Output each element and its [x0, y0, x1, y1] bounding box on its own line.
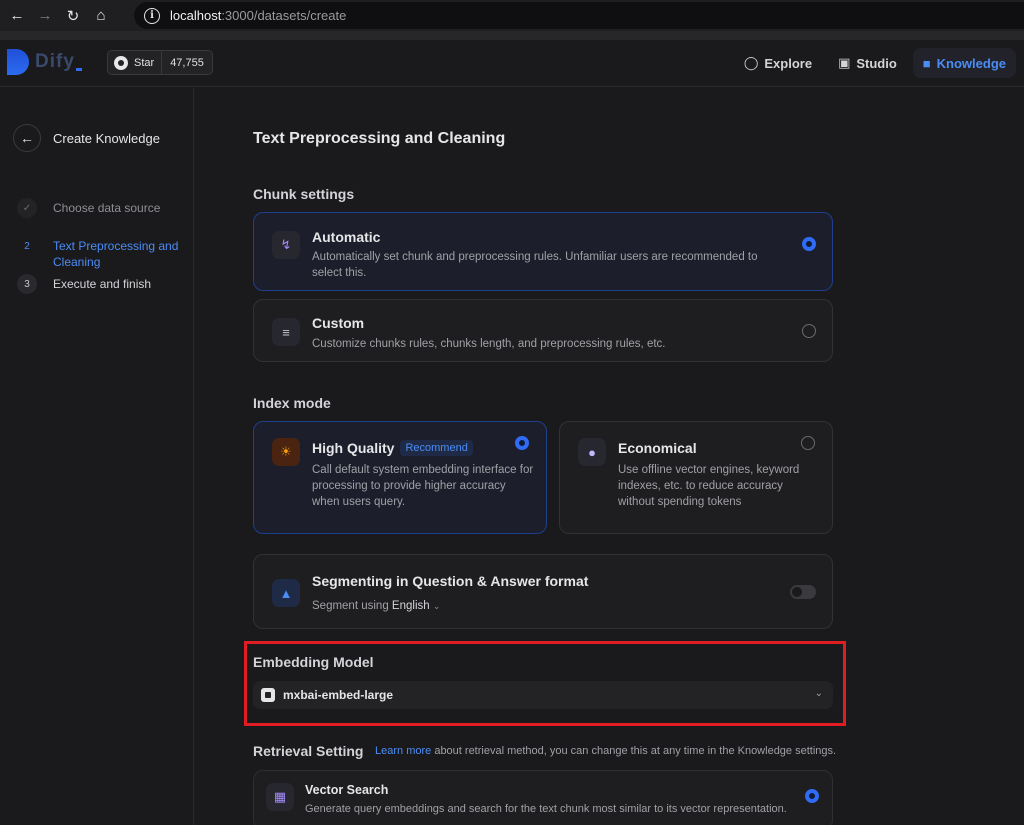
radio-custom[interactable]	[802, 324, 816, 338]
step-execute-finish: 3 Execute and finish	[17, 274, 183, 294]
option-title: Custom	[312, 315, 365, 331]
retrieval-setting-title: Retrieval Setting	[253, 743, 364, 759]
page-title: Text Preprocessing and Cleaning	[253, 130, 506, 147]
piggy-bank-icon: ●	[578, 438, 606, 466]
radio-high-quality[interactable]	[515, 436, 529, 450]
embedding-model-value: mxbai-embed-large	[283, 688, 394, 702]
sidebar-title: Create Knowledge	[53, 131, 160, 146]
logo-text: Dify	[35, 51, 75, 72]
vector-search-icon: ▦	[266, 783, 294, 811]
lightning-icon: ↯	[272, 231, 300, 259]
github-icon	[114, 55, 128, 70]
chunk-custom-option[interactable]: ≡ Custom Customize chunks rules, chunks …	[253, 299, 833, 362]
option-title: Automatic	[312, 229, 381, 245]
option-title: Vector Search	[305, 783, 389, 797]
github-star-label: Star	[134, 56, 155, 69]
index-economical-option[interactable]: ● Economical Use offline vector engines,…	[559, 421, 833, 534]
compass-icon: ◯	[743, 55, 759, 70]
step-label: Text Preprocessing and Cleaning	[53, 239, 179, 269]
recommend-badge: Recommend	[400, 440, 473, 456]
retrieval-note: Learn more about retrieval method, you c…	[375, 745, 836, 757]
step-choose-data-source: ✓ Choose data source	[17, 198, 183, 218]
step-label: Choose data source	[53, 201, 161, 215]
nav-explore-label: Explore	[764, 55, 813, 71]
nav-studio-label: Studio	[856, 55, 897, 71]
step-text-preprocessing: 2 Text Preprocessing and Cleaning	[17, 236, 183, 270]
chevron-down-icon[interactable]: ⌄	[433, 601, 441, 611]
qa-segment-line: Segment using English ⌄	[312, 598, 440, 614]
sidebar: ← Create Knowledge ✓ Choose data source …	[0, 88, 194, 825]
github-star-count: 47,755	[170, 56, 204, 69]
option-desc: Customize chunks rules, chunks length, a…	[312, 338, 666, 350]
radio-automatic[interactable]	[802, 237, 816, 251]
option-desc: Automatically set chunk and preprocessin…	[312, 251, 758, 279]
step-number: 3	[17, 274, 37, 294]
github-star-badge[interactable]: Star 47,755	[107, 50, 213, 75]
option-desc: Use offline vector engines, keyword inde…	[618, 464, 800, 508]
radio-economical[interactable]	[801, 436, 815, 450]
nav-knowledge-label: Knowledge	[936, 55, 1006, 71]
nav-explore[interactable]: ◯ Explore	[734, 48, 822, 78]
qa-toggle[interactable]	[790, 585, 816, 599]
url-path: :3000/datasets/create	[221, 8, 347, 23]
reload-icon[interactable]: ↻	[62, 5, 84, 27]
chunk-automatic-option[interactable]: ↯ Automatic Automatically set chunk and …	[253, 212, 833, 291]
radio-vector-search[interactable]	[805, 789, 819, 803]
option-desc: Call default system embedding interface …	[312, 464, 534, 508]
option-desc: Generate query embeddings and search for…	[305, 803, 787, 815]
embedding-model-title: Embedding Model	[253, 654, 374, 670]
option-title: High Quality Recommend	[312, 440, 473, 456]
vector-search-option[interactable]: ▦ Vector Search Generate query embedding…	[253, 770, 833, 825]
index-mode-title: Index mode	[253, 395, 331, 411]
chevron-down-icon: ⌄	[814, 688, 823, 699]
embedding-model-select[interactable]: mxbai-embed-large ⌄	[253, 681, 833, 709]
browser-toolbar: ← → ↻ ⌂ i localhost:3000/datasets/create	[0, 0, 1024, 31]
forward-arrow-icon[interactable]: →	[34, 5, 56, 27]
sun-icon: ☀	[272, 438, 300, 466]
sliders-icon: ≡	[272, 318, 300, 346]
check-icon: ✓	[17, 198, 37, 218]
qa-title: Segmenting in Question & Answer format	[312, 573, 589, 589]
back-arrow-icon[interactable]: ←	[6, 5, 28, 27]
main-content: Text Preprocessing and Cleaning Chunk se…	[195, 88, 1024, 825]
language-select[interactable]: English	[392, 600, 430, 612]
chunk-settings-title: Chunk settings	[253, 186, 355, 202]
qa-format-option: ▲ Segmenting in Question & Answer format…	[253, 554, 833, 629]
address-bar[interactable]: i localhost:3000/datasets/create	[134, 2, 1024, 29]
logo-mark-icon	[7, 49, 29, 75]
back-button[interactable]: ←	[13, 124, 41, 152]
step-label: Execute and finish	[53, 277, 152, 291]
step-number: 2	[24, 240, 30, 252]
segment-prefix: Segment using	[312, 600, 389, 612]
dify-logo[interactable]: Dify	[7, 48, 82, 76]
high-quality-label: High Quality	[312, 440, 395, 456]
browser-separator	[0, 31, 1024, 40]
nav-studio[interactable]: ▣ Studio	[828, 48, 907, 78]
robot-icon: ▣	[838, 55, 851, 70]
nav-knowledge[interactable]: ■ Knowledge	[912, 48, 1016, 78]
arrow-left-icon: ←	[20, 130, 34, 146]
logo-underscore	[75, 67, 82, 71]
book-icon: ■	[922, 55, 931, 71]
retrieval-note-text: about retrieval method, you can change t…	[431, 745, 837, 757]
app-header: Dify Star 47,755 ◯ Explore ▣ Studio ■ Kn…	[0, 40, 1024, 87]
chat-bubbles-icon: ▲	[272, 579, 300, 607]
github-star-button[interactable]: Star	[108, 51, 163, 74]
top-nav: ◯ Explore ▣ Studio ■ Knowledge	[728, 48, 1016, 78]
url-host: localhost	[170, 8, 222, 23]
site-info-icon[interactable]: i	[144, 7, 160, 24]
model-provider-icon	[261, 688, 275, 702]
option-title: Economical	[618, 440, 697, 456]
learn-more-link[interactable]: Learn more	[375, 745, 431, 757]
home-icon[interactable]: ⌂	[90, 5, 112, 27]
index-high-quality-option[interactable]: ☀ High Quality Recommend Call default sys…	[253, 421, 547, 534]
